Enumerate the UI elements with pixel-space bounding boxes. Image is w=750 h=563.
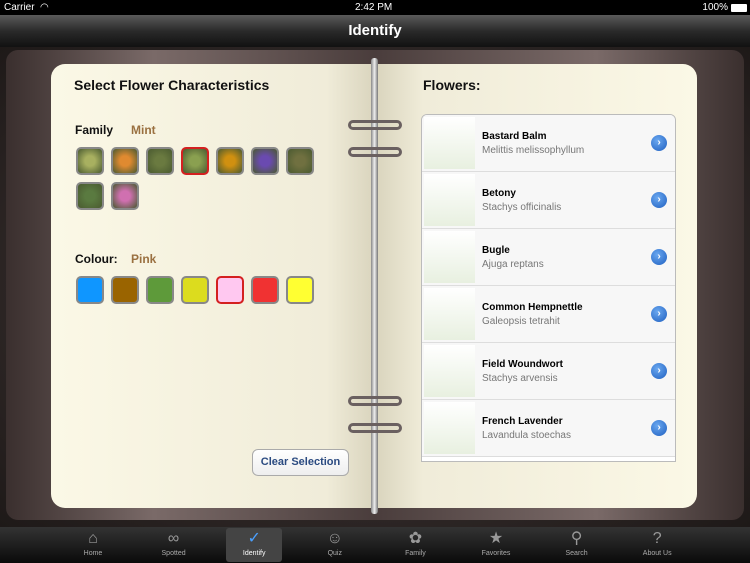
family-thumbnail[interactable] xyxy=(111,147,139,175)
tab-family[interactable]: ✿ Family xyxy=(387,528,443,562)
family-thumbnail[interactable] xyxy=(76,182,104,210)
flower-image xyxy=(424,174,475,226)
check-icon: ✓ xyxy=(247,530,261,547)
family-thumbnail[interactable] xyxy=(146,147,174,175)
family-thumbnail[interactable] xyxy=(111,182,139,210)
tab-label: Home xyxy=(83,550,103,557)
disclosure-arrow-icon[interactable]: › xyxy=(651,135,667,151)
colour-swatch[interactable] xyxy=(111,276,139,304)
tab-label: Favorites xyxy=(481,550,511,557)
family-label: Family xyxy=(75,123,114,137)
tab-label: Identify xyxy=(242,550,266,557)
status-bar: Carrier ◠ 2:42 PM 100% xyxy=(0,0,750,15)
flower-latin-name: Galeopsis tetrahit xyxy=(482,316,560,327)
tab-about-us[interactable]: ? About Us xyxy=(629,528,685,562)
flower-name: Betony xyxy=(482,188,516,199)
flower-image xyxy=(424,231,475,283)
colour-value: Pink xyxy=(131,252,157,266)
family-thumbnail[interactable] xyxy=(216,147,244,175)
colour-swatch[interactable] xyxy=(146,276,174,304)
star-icon: ★ xyxy=(488,530,504,547)
tab-label: Quiz xyxy=(327,550,342,557)
flower-name: Field Woundwort xyxy=(482,359,563,370)
tab-bar: ⌂ Home ∞ Spotted ✓ Identify ☺ Quiz ✿ Family ★ Favor… xyxy=(0,527,750,563)
flower-image xyxy=(424,117,475,169)
colour-swatch[interactable] xyxy=(181,276,209,304)
flower-row[interactable]: Common Hempnettle Galeopsis tetrahit › xyxy=(422,286,675,343)
disclosure-arrow-icon[interactable]: › xyxy=(651,249,667,265)
flower-latin-name: Melittis melissophyllum xyxy=(482,145,585,156)
tab-spotted[interactable]: ∞ Spotted xyxy=(146,528,202,562)
disclosure-arrow-icon[interactable]: › xyxy=(651,192,667,208)
flower-name: Bugle xyxy=(482,245,510,256)
tab-identify[interactable]: ✓ Identify xyxy=(226,528,283,562)
flower-latin-name: Stachys arvensis xyxy=(482,373,558,384)
binder-ring xyxy=(348,120,402,130)
battery-icon xyxy=(731,4,747,12)
flower-image xyxy=(424,288,475,340)
tab-label: Search xyxy=(565,550,588,557)
flower-row[interactable]: Field Woundwort Stachys arvensis › xyxy=(422,343,675,400)
search-icon: ⚲ xyxy=(570,530,583,547)
colour-swatch[interactable] xyxy=(251,276,279,304)
flower-row[interactable]: Bugle Ajuga reptans › xyxy=(422,229,675,286)
flower-icon: ✿ xyxy=(408,530,423,547)
binder-ring xyxy=(348,147,402,157)
page-title: Identify xyxy=(348,22,402,39)
home-icon: ⌂ xyxy=(88,530,98,547)
flower-latin-name: Lavandula stoechas xyxy=(482,430,571,441)
flower-row[interactable]: French Lavender Lavandula stoechas › xyxy=(422,400,675,457)
carrier: Carrier xyxy=(4,2,35,13)
colour-swatch[interactable] xyxy=(216,276,244,304)
binder-ring xyxy=(348,396,402,406)
flower-latin-name: Ajuga reptans xyxy=(482,259,544,270)
question-icon: ? xyxy=(652,530,662,547)
binder-ring xyxy=(348,423,402,433)
flower-list[interactable]: Bastard Balm Melittis melissophyllum › B… xyxy=(421,114,676,462)
battery-text: 100% xyxy=(702,2,728,13)
family-thumbnail[interactable] xyxy=(251,147,279,175)
flower-name: Bastard Balm xyxy=(482,131,547,142)
flower-name: French Lavender xyxy=(482,416,563,427)
flower-image xyxy=(424,345,475,397)
tab-label: Family xyxy=(405,550,426,557)
binoculars-icon: ∞ xyxy=(167,530,180,547)
tab-home[interactable]: ⌂ Home xyxy=(65,528,121,562)
tab-label: Spotted xyxy=(161,550,186,557)
tab-label: About Us xyxy=(642,550,672,557)
nav-bar: Identify xyxy=(0,15,750,47)
characteristics-title: Select Flower Characteristics xyxy=(74,77,270,93)
flower-image xyxy=(424,402,475,454)
colour-swatch[interactable] xyxy=(76,276,104,304)
disclosure-arrow-icon[interactable]: › xyxy=(651,363,667,379)
flowers-title: Flowers: xyxy=(423,77,481,93)
disclosure-arrow-icon[interactable]: › xyxy=(651,306,667,322)
colour-label: Colour: xyxy=(75,252,118,266)
tab-favorites[interactable]: ★ Favorites xyxy=(468,528,524,562)
flower-row[interactable]: Bastard Balm Melittis melissophyllum › xyxy=(422,115,675,172)
family-thumbnail[interactable] xyxy=(76,147,104,175)
family-thumbnail[interactable] xyxy=(181,147,209,175)
wifi-icon: ◠ xyxy=(40,2,49,13)
flower-name: Common Hempnettle xyxy=(482,302,583,313)
flower-latin-name: Stachys officinalis xyxy=(482,202,562,213)
disclosure-arrow-icon[interactable]: › xyxy=(651,420,667,436)
tab-quiz[interactable]: ☺ Quiz xyxy=(307,528,363,562)
tab-search[interactable]: ⚲ Search xyxy=(549,528,605,562)
family-value: Mint xyxy=(131,123,156,137)
time: 2:42 PM xyxy=(355,2,393,13)
flower-row[interactable]: Betony Stachys officinalis › xyxy=(422,172,675,229)
head-icon: ☺ xyxy=(326,530,343,547)
clear-selection-button[interactable]: Clear Selection xyxy=(252,449,349,476)
colour-swatch[interactable] xyxy=(286,276,314,304)
family-thumbnail[interactable] xyxy=(286,147,314,175)
